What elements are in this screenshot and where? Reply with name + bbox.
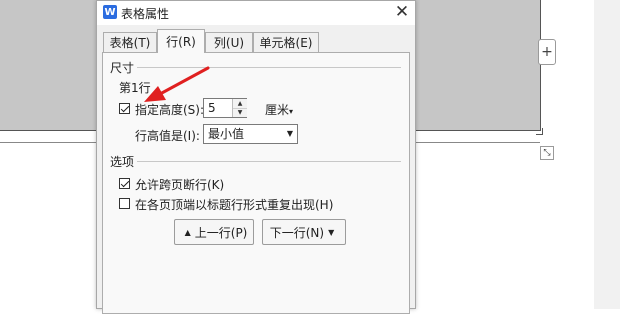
next-row-label: 下一行(N) [269,225,325,240]
tab-column[interactable]: 列(U) [205,32,253,52]
row-height-is-label: 行高值是(I): [135,129,200,143]
unit-dropdown-arrow-icon: ▾ [289,107,294,116]
up-arrow-icon: ▲ [184,227,191,237]
repeat-header-label: 在各页顶端以标题行形式重复出现(H) [135,198,334,212]
table-properties-dialog: W 表格属性 ✕ 表格(T) 行(R) 列(U) 单元格(E) 尺寸 第1行 指… [96,0,416,314]
wps-app-icon: W [103,5,117,19]
dialog-titlebar: W 表格属性 ✕ [97,1,415,25]
down-arrow-icon: ▼ [328,227,335,237]
tab-bar: 表格(T) 行(R) 列(U) 单元格(E) [97,25,415,53]
unit-label: 厘米 [265,103,290,117]
size-section-divider [137,67,401,68]
row-height-mode-select[interactable]: 最小值 ▼ [203,124,298,144]
specify-height-label: 指定高度(S): [135,103,205,117]
table-cell-left [0,0,97,131]
height-spinner[interactable]: ▲ ▼ [232,99,247,117]
chevron-down-icon: ▼ [286,129,293,138]
tab-cell[interactable]: 单元格(E) [253,32,319,52]
options-section-heading: 选项 [110,155,135,169]
row-number-label: 第1行 [119,81,151,95]
unit-dropdown[interactable]: 厘米▾ [265,101,293,118]
previous-row-button[interactable]: ▲ 上一行(P) [174,219,254,245]
cell-end-mark [536,128,543,135]
document-right-margin [594,0,620,309]
size-section-heading: 尺寸 [110,61,135,75]
table-cell-right [416,0,541,131]
row-height-mode-value: 最小值 [208,127,245,141]
dialog-title: 表格属性 [121,7,170,21]
spin-down-icon[interactable]: ▼ [233,108,247,117]
next-row-button[interactable]: 下一行(N) ▼ [262,219,346,245]
previous-row-label: 上一行(P) [194,225,248,240]
specify-height-checkbox[interactable] [119,103,130,114]
tab-table[interactable]: 表格(T) [103,32,157,52]
close-icon[interactable]: ✕ [393,3,411,21]
tab-row[interactable]: 行(R) [157,29,205,53]
table-resize-handle[interactable]: ⤡ [540,146,554,160]
repeat-header-checkbox[interactable] [119,198,130,209]
add-column-button[interactable]: + [538,39,556,65]
allow-break-label: 允许跨页断行(K) [135,178,225,192]
options-section-divider [137,161,401,162]
allow-break-checkbox[interactable] [119,178,130,189]
